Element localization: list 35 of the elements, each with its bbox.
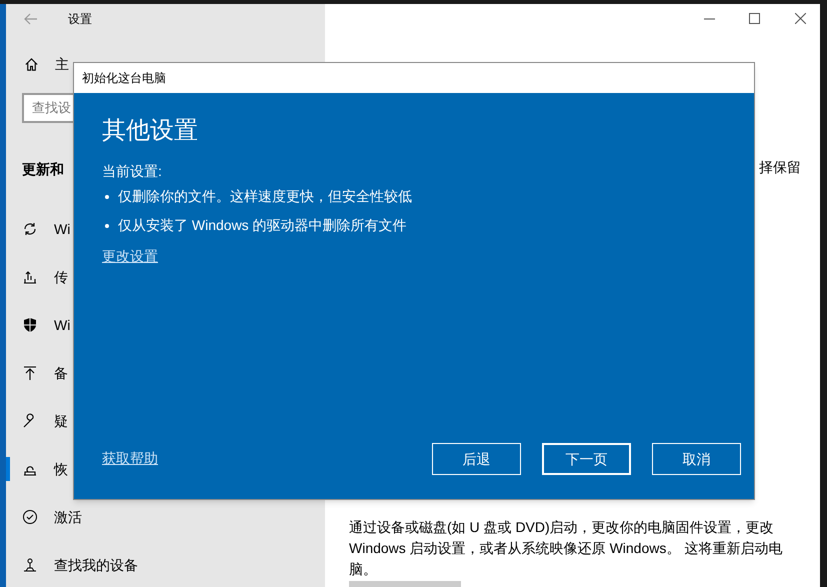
bullet-text: 仅删除你的文件。这样速度更快，但安全性较低 xyxy=(118,187,412,206)
person-location-icon xyxy=(22,557,38,573)
body-text: 择保留 xyxy=(759,158,801,177)
dialog-button[interactable]: 取消 xyxy=(652,443,741,475)
close-icon[interactable] xyxy=(795,13,806,24)
upload-tray-icon xyxy=(22,269,38,285)
sidebar-item[interactable]: Wi xyxy=(54,314,70,336)
section-heading: 更新和 xyxy=(22,160,64,179)
sidebar-item[interactable]: 恢 xyxy=(54,458,68,480)
current-settings-label: 当前设置: xyxy=(102,162,163,181)
description-text: 通过设备或磁盘(如 U 盘或 DVD)启动，更改你的电脑固件设置，更改 Windows 启动设置，或者从系统映像还原 Windows。 这将重新启动电脑。 xyxy=(349,518,784,579)
help-link[interactable]: 获取帮助 xyxy=(102,448,158,469)
dialog-button[interactable]: 后退 xyxy=(432,443,521,475)
maximize-icon[interactable] xyxy=(749,13,760,24)
dialog-title: 初始化这台电脑 xyxy=(82,70,166,87)
sidebar-item[interactable]: 传 xyxy=(54,266,68,288)
check-circle-icon xyxy=(22,509,38,525)
window-title: 设置 xyxy=(68,11,92,28)
bullet-icon xyxy=(105,224,109,228)
sidebar-item[interactable]: 查找我的设备 xyxy=(54,554,138,576)
change-settings-link[interactable]: 更改设置 xyxy=(102,246,158,267)
home-icon xyxy=(24,56,39,72)
bullet-text: 仅从安装了 Windows 的驱动器中删除所有文件 xyxy=(118,216,407,235)
sidebar-item[interactable]: 备 xyxy=(54,362,68,384)
dialog-heading: 其他设置 xyxy=(102,116,199,146)
dialog-button[interactable]: 下一页 xyxy=(542,443,631,475)
shield-icon xyxy=(22,317,38,333)
sidebar-item[interactable]: Wi xyxy=(54,218,70,240)
sync-icon xyxy=(22,221,38,237)
upload-arrow-icon xyxy=(22,365,38,381)
bullet-icon xyxy=(105,194,109,198)
minimize-icon[interactable] xyxy=(704,18,715,20)
home-link[interactable]: 主 xyxy=(55,54,69,74)
sidebar-item[interactable]: 疑 xyxy=(54,410,68,432)
sidebar-item[interactable]: 激活 xyxy=(54,506,82,528)
